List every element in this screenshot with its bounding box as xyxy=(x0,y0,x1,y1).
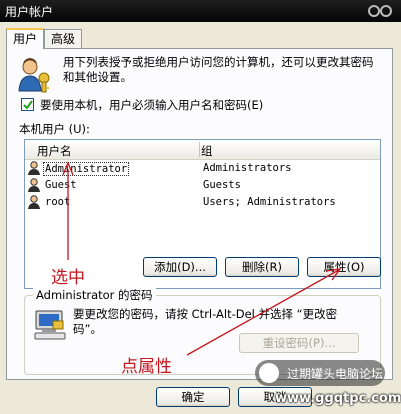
watermark-url: www.ggqtpc.com xyxy=(275,391,401,406)
window-controls-icon[interactable] xyxy=(367,5,393,17)
users-tab-panel: 用下列表授予或拒绝用户访问您的计算机，还可以更改其密码和其他设置。 要使用本机，… xyxy=(6,48,393,380)
tab-users[interactable]: 用户 xyxy=(6,28,44,49)
title-bar[interactable]: 用户帐户 xyxy=(0,0,401,22)
user-accounts-window: 用户帐户 用户 高级 用下列表授予或拒绝用户访问您的计算机，还可以更改其密码和其… xyxy=(0,0,401,414)
ok-button[interactable]: 确定 xyxy=(156,387,230,407)
tab-advanced[interactable]: 高级 xyxy=(44,29,82,48)
watermark-text: 过期罐头电脑论坛 xyxy=(287,367,384,381)
watermark-badge: 过期罐头电脑论坛 xyxy=(255,360,385,386)
forum-logo-icon xyxy=(259,363,279,383)
window-title: 用户帐户 xyxy=(5,5,54,19)
annotation-arrows xyxy=(62,161,342,356)
